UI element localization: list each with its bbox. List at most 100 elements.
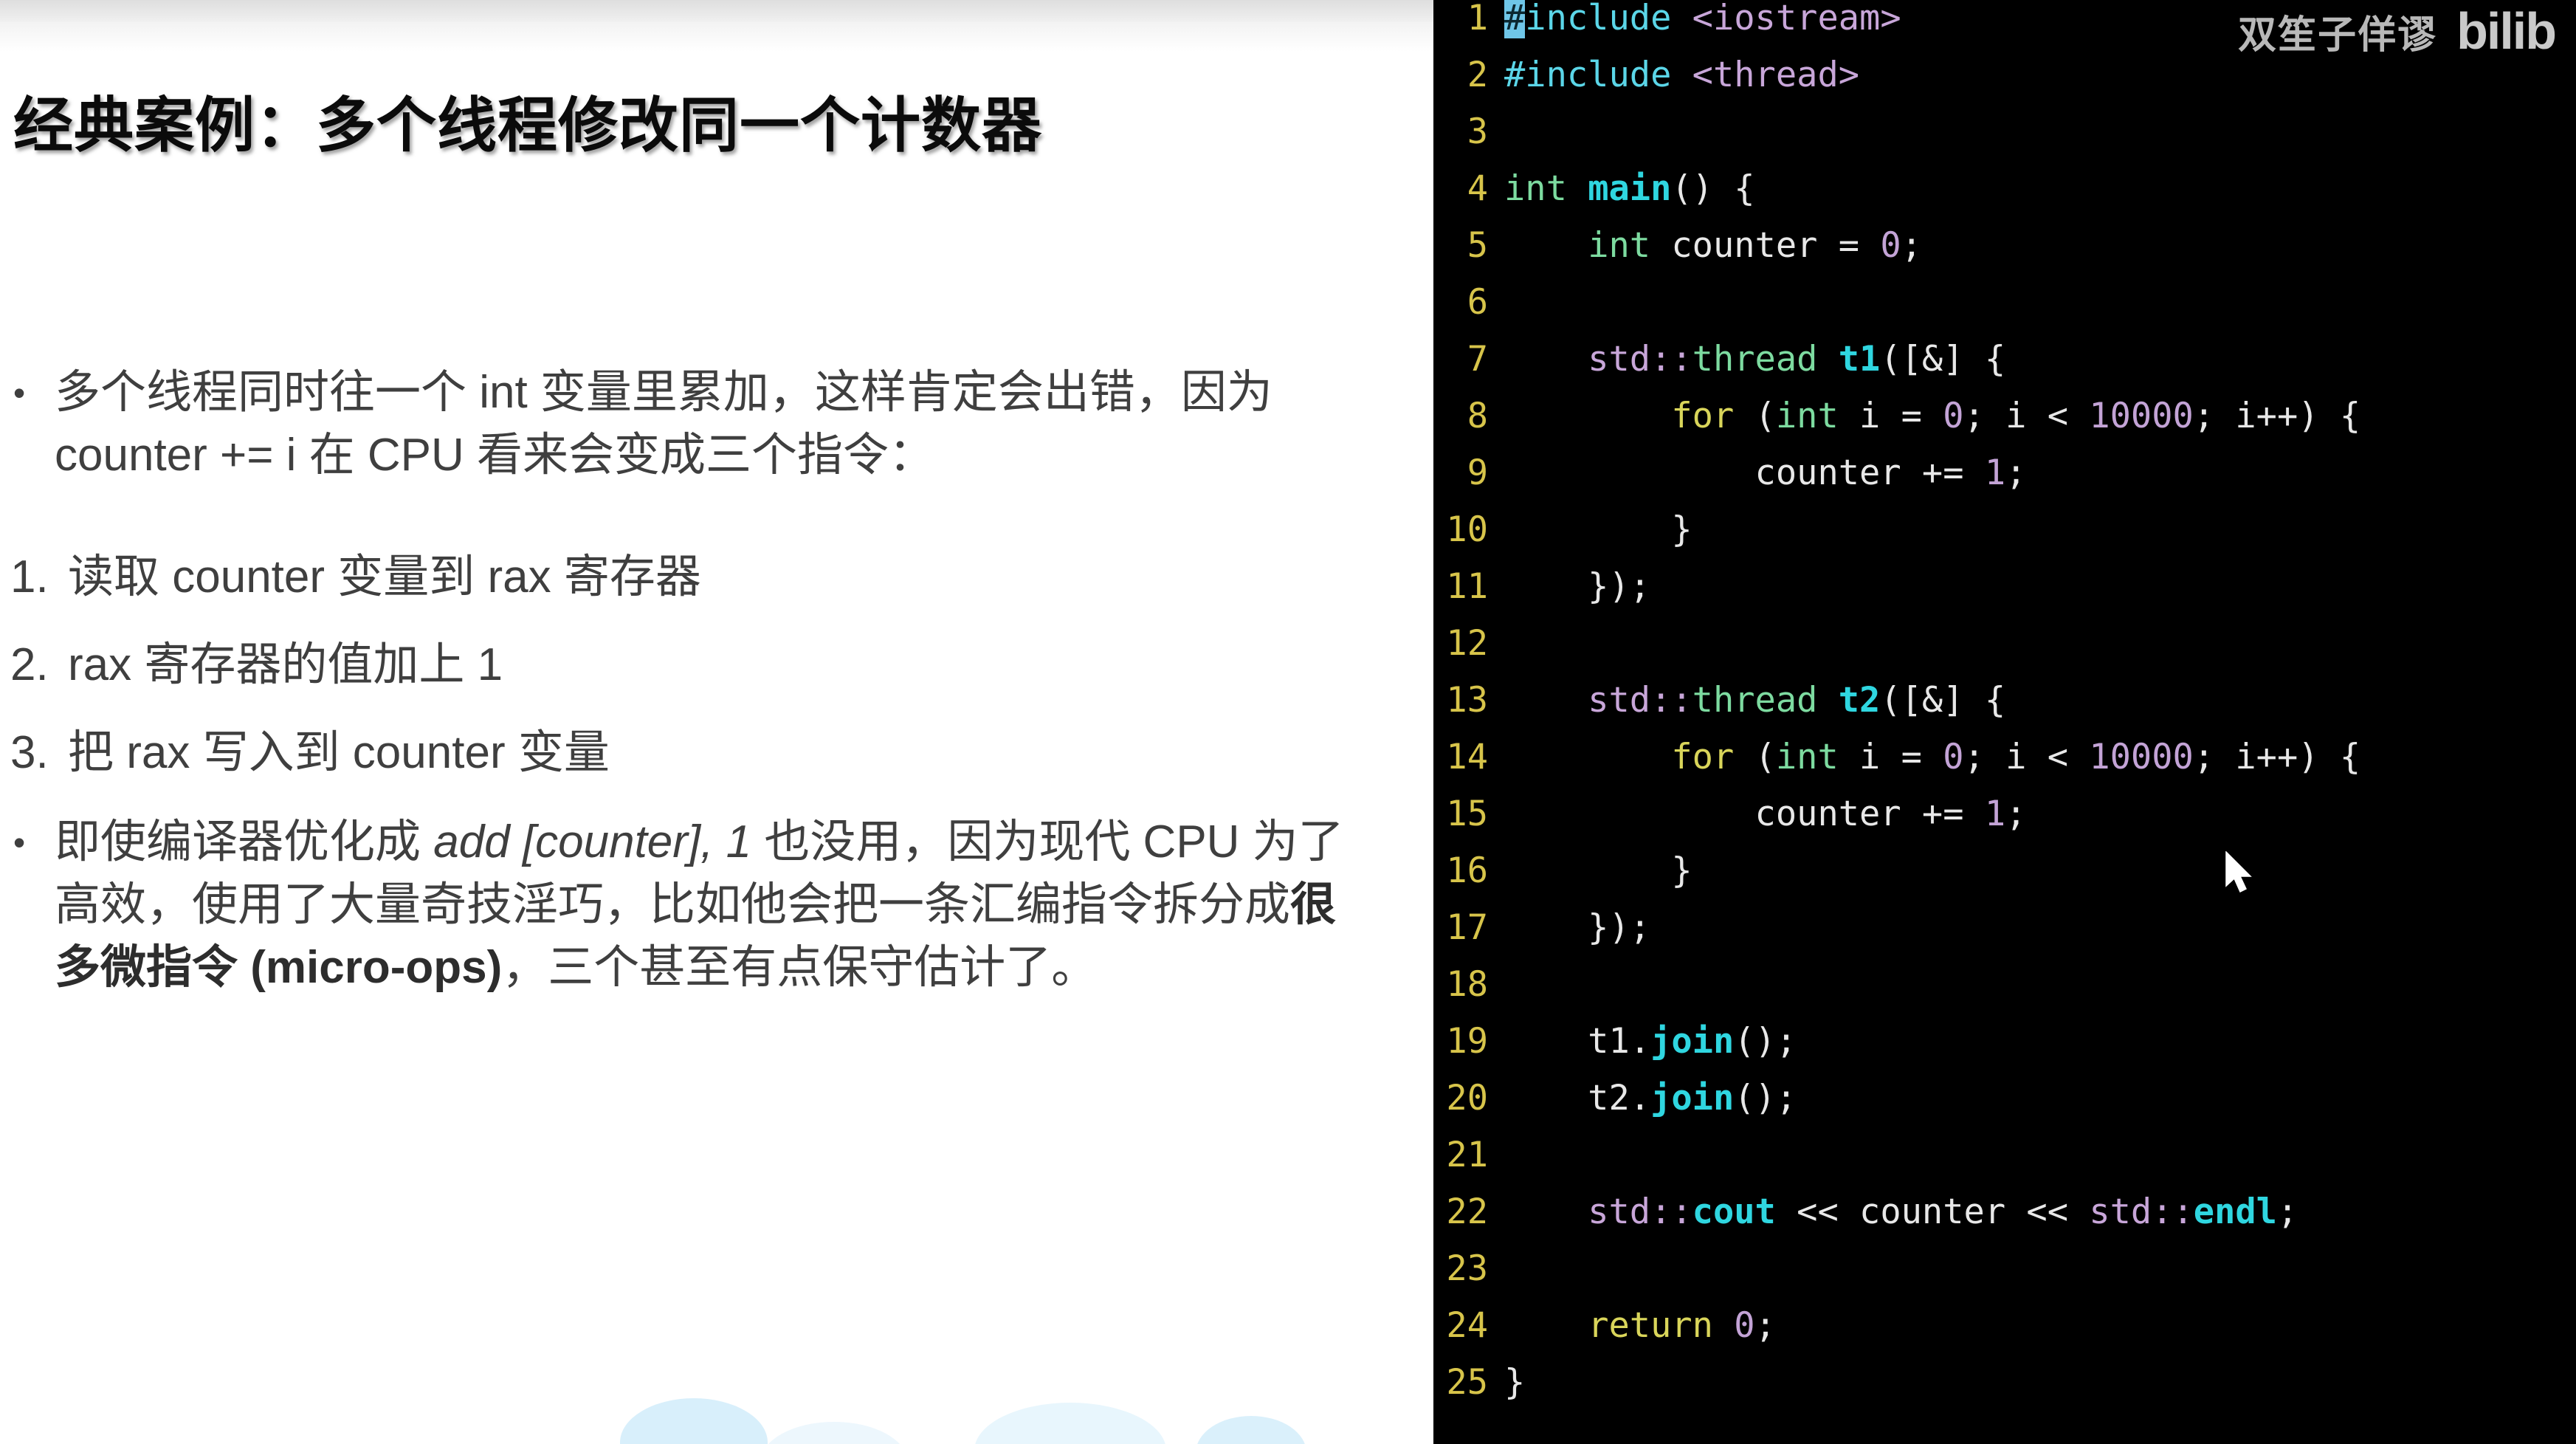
line-number: 18 [1446, 964, 1488, 1005]
code-line[interactable]: 22 std::cout << counter << std::endl; [1433, 1183, 2576, 1240]
code-line[interactable]: 13 std::thread t2([&] { [1433, 672, 2576, 729]
bullet-marker: • [13, 374, 26, 412]
code-line-source[interactable]: }); [1504, 558, 2576, 615]
code-line-source[interactable] [1504, 274, 2576, 331]
code-token: t1 [1838, 339, 1881, 379]
code-token: endl [2193, 1192, 2277, 1232]
code-line-source[interactable]: std::cout << counter << std::endl; [1504, 1183, 2576, 1240]
list-item: 1. 读取 counter 变量到 rax 寄存器 [0, 546, 1433, 609]
code-token: ( [1734, 396, 1776, 436]
code-line-source[interactable]: }); [1504, 899, 2576, 956]
code-line[interactable]: 6 [1433, 274, 2576, 331]
code-line-source[interactable]: std::thread t2([&] { [1504, 672, 2576, 729]
code-line-source[interactable]: } [1504, 842, 2576, 899]
code-line[interactable]: 19 t1.join(); [1433, 1013, 2576, 1070]
code-line[interactable]: 21 [1433, 1127, 2576, 1183]
code-token: t1. [1504, 1021, 1651, 1062]
code-token: t2 [1838, 680, 1881, 721]
code-line[interactable]: 7 std::thread t1([&] { [1433, 331, 2576, 388]
code-line[interactable]: 10 } [1433, 501, 2576, 558]
code-line[interactable]: 14 for (int i = 0; i < 10000; i++) { [1433, 729, 2576, 785]
code-line-source[interactable]: std::thread t1([&] { [1504, 331, 2576, 388]
list-item: 2. rax 寄存器的值加上 1 [0, 634, 1433, 697]
decoration-shape-4 [1196, 1416, 1306, 1444]
code-token: #include [1504, 55, 1672, 95]
code-line-source[interactable]: int counter = 0; [1504, 217, 2576, 274]
code-token: ( [1734, 737, 1776, 777]
code-token: ; [1754, 1305, 1776, 1346]
list-text: 读取 counter 变量到 rax 寄存器 [68, 551, 701, 602]
code-line[interactable]: 11 }); [1433, 558, 2576, 615]
list-text: 把 rax 写入到 counter 变量 [68, 726, 610, 778]
code-line-source[interactable] [1504, 615, 2576, 672]
code-line[interactable]: 15 counter += 1; [1433, 785, 2576, 842]
line-number: 20 [1446, 1078, 1488, 1118]
code-token: join [1650, 1078, 1735, 1118]
code-line-source[interactable]: for (int i = 0; i < 10000; i++) { [1504, 388, 2576, 444]
code-line-source[interactable] [1504, 956, 2576, 1013]
line-number: 5 [1467, 225, 1488, 266]
code-line[interactable]: 25} [1433, 1354, 2576, 1411]
code-line[interactable]: 20 t2.join(); [1433, 1070, 2576, 1127]
code-line-source[interactable]: t1.join(); [1504, 1013, 2576, 1070]
code-line-source[interactable]: int main() { [1504, 160, 2576, 217]
code-token: join [1650, 1021, 1735, 1062]
code-line[interactable]: 18 [1433, 956, 2576, 1013]
line-number: 17 [1446, 907, 1488, 948]
line-number: 13 [1446, 680, 1488, 721]
code-token: cout [1692, 1192, 1776, 1232]
line-number: 12 [1446, 623, 1488, 664]
code-line[interactable]: 5 int counter = 0; [1433, 217, 2576, 274]
code-line[interactable]: 9 counter += 1; [1433, 444, 2576, 501]
bullet-text: 多个线程同时往一个 int 变量里累加，这样肯定会出错，因为 counter +… [55, 367, 1272, 481]
code-token: t2. [1504, 1078, 1651, 1118]
line-number: 2 [1467, 55, 1488, 95]
code-line[interactable]: 3 [1433, 103, 2576, 160]
code-line[interactable]: 12 [1433, 615, 2576, 672]
code-token: include [1525, 0, 1672, 38]
code-line-source[interactable] [1504, 1127, 2576, 1183]
code-line[interactable]: 4 int main() { [1433, 160, 2576, 217]
code-editor-panel[interactable]: 1 #include <iostream> 2 #include <thread> 3 4… [1433, 0, 2576, 1444]
code-line-source[interactable]: counter += 1; [1504, 785, 2576, 842]
code-line-source[interactable] [1504, 103, 2576, 160]
code-token: } [1504, 1362, 1526, 1403]
code-token: i = [1838, 396, 1943, 436]
line-number: 24 [1446, 1305, 1488, 1346]
code-line-source[interactable]: t2.join(); [1504, 1070, 2576, 1127]
line-number: 11 [1446, 566, 1488, 607]
code-line-source[interactable]: counter += 1; [1504, 444, 2576, 501]
slide-body: • 多个线程同时往一个 int 变量里累加，这样肯定会出错，因为 counter… [0, 362, 1433, 1000]
code-token: ; i++) { [2193, 737, 2361, 777]
code-line-source[interactable] [1504, 1240, 2576, 1297]
code-line-source[interactable]: } [1504, 1354, 2576, 1411]
code-token: std:: [1588, 1192, 1692, 1232]
channel-watermark: 双笙子佯谬 bilib [2238, 1, 2557, 61]
code-token: ; [2276, 1192, 2298, 1232]
code-line-source[interactable]: for (int i = 0; i < 10000; i++) { [1504, 729, 2576, 785]
code-line[interactable]: 23 [1433, 1240, 2576, 1297]
code-line[interactable]: 8 for (int i = 0; i < 10000; i++) { [1433, 388, 2576, 444]
line-number: 21 [1446, 1135, 1488, 1175]
code-token: ([&] { [1880, 680, 2006, 721]
code-line[interactable]: 24 return 0; [1433, 1297, 2576, 1354]
bullet-segment-4: ，三个甚至有点保守估计了。 [502, 941, 1098, 993]
code-token: main [1588, 168, 1672, 209]
code-line[interactable]: 16 } [1433, 842, 2576, 899]
code-token: () { [1671, 168, 1755, 209]
line-number: 10 [1446, 509, 1488, 550]
code-token: 1 [1984, 453, 2006, 493]
code-line[interactable]: 17 }); [1433, 899, 2576, 956]
code-line-source[interactable]: } [1504, 501, 2576, 558]
bullet-rich-text: 即使编译器优化成 add [counter], 1 也没用，因为现代 CPU 为… [55, 811, 1433, 1000]
line-number: 4 [1467, 168, 1488, 209]
code-line-source[interactable]: return 0; [1504, 1297, 2576, 1354]
code-token: counter += [1504, 794, 1985, 834]
line-number: 23 [1446, 1248, 1488, 1289]
